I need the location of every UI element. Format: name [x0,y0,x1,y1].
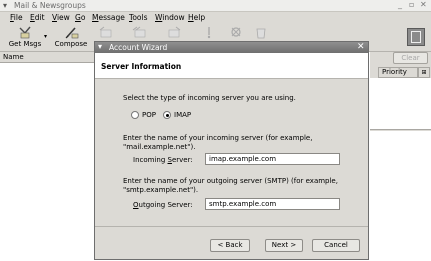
incoming-instructions-line1: Enter the name of your incoming server (… [123,134,313,142]
junk-button[interactable] [226,25,246,40]
menu-window[interactable]: Window [155,13,185,22]
message-list[interactable] [370,78,431,130]
forward-button[interactable] [164,25,184,40]
app-logo [407,28,425,46]
back-button[interactable]: < Back [210,239,250,252]
menu-file[interactable]: File [10,13,23,22]
close-window-icon[interactable]: ✕ [420,0,427,9]
pop-label[interactable]: POP [142,111,156,119]
next-button[interactable] [200,25,216,40]
dialog-menu-icon[interactable]: ▾ [98,42,102,51]
imap-radio[interactable] [163,111,171,119]
dialog-title: Account Wizard [109,43,168,52]
clear-button[interactable]: Clear [393,52,428,64]
column-picker-icon[interactable]: ⊞ [418,67,430,78]
reply-all-button[interactable] [130,25,150,40]
menu-message[interactable]: Message [92,13,125,22]
server-type-prompt: Select the type of incoming server you a… [123,94,296,102]
menu-bar: File Edit View Go Message Tools Window H… [0,12,431,24]
menu-help[interactable]: Help [188,13,205,22]
menu-edit[interactable]: Edit [30,13,45,22]
outgoing-instructions-line1: Enter the name of your outgoing server (… [123,177,338,185]
reply-all-icon [132,26,146,38]
forward-icon [168,26,181,38]
incoming-instructions-line2: "mail.example.net"). [123,143,196,151]
dialog-close-icon[interactable]: ✕ [357,42,365,52]
menu-view[interactable]: View [52,13,70,22]
outgoing-instructions-line2: "smtp.example.net"). [123,186,199,194]
delete-button[interactable] [252,25,268,40]
maximize-icon[interactable]: ▫ [409,0,414,9]
imap-label[interactable]: IMAP [174,111,191,119]
window-title: Mail & Newsgroups [14,1,86,10]
minimize-icon[interactable]: _ [398,0,402,9]
compose-button[interactable]: Compose [54,25,88,48]
reply-button[interactable] [96,25,116,40]
message-preview-pane [370,131,431,261]
account-wizard-dialog: ▾ Account Wizard ✕ Server Information Se… [94,41,369,260]
incoming-server-label: Incoming Server: [133,156,193,164]
cancel-button[interactable]: Cancel [312,239,360,252]
compose-icon [65,27,79,39]
dialog-titlebar[interactable]: ▾ Account Wizard ✕ [95,42,368,53]
junk-icon [231,27,241,37]
window-menu-icon[interactable]: ▾ [3,1,7,10]
get-msgs-button[interactable]: Get Msgs [8,25,42,48]
incoming-server-input[interactable]: imap.example.com [205,153,340,165]
trash-icon [256,28,266,39]
dialog-separator [95,226,368,227]
outgoing-server-label: Outgoing Server: [133,201,193,209]
get-msgs-dropdown-icon[interactable]: ▾ [44,33,47,40]
menu-tools[interactable]: Tools [129,13,147,22]
dialog-header: Server Information [95,53,368,79]
get-mail-icon [19,26,31,39]
outgoing-server-input[interactable]: smtp.example.com [205,198,340,210]
pop-radio[interactable] [131,111,139,119]
priority-column-header[interactable]: Priority [378,67,418,78]
next-button[interactable]: Next > [265,239,303,252]
next-icon [207,27,211,39]
menu-go[interactable]: Go [75,13,85,22]
folder-name-header[interactable]: Name [0,52,96,63]
section-title: Server Information [101,62,182,71]
main-window-titlebar[interactable]: ▾ Mail & Newsgroups _ ▫ ✕ [0,0,431,12]
reply-icon [99,26,112,38]
